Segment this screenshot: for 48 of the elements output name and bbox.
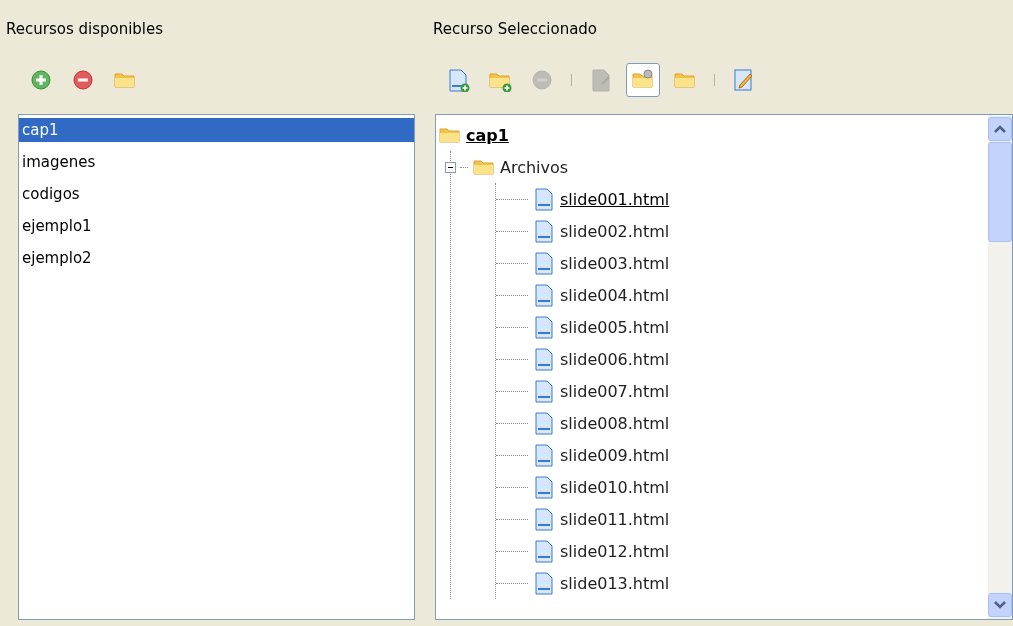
file-icon: [532, 217, 556, 245]
file-icon: [532, 377, 556, 405]
tree-item[interactable]: slide013.html: [560, 573, 670, 593]
tree-item[interactable]: cap1: [466, 125, 509, 145]
list-item[interactable]: ejemplo1: [19, 214, 414, 238]
list-item[interactable]: ejemplo2: [19, 246, 414, 270]
tree-item[interactable]: Archivos: [500, 157, 569, 177]
tree-item[interactable]: slide006.html: [560, 349, 670, 369]
file-icon: [532, 281, 556, 309]
add-icon: [29, 68, 53, 92]
file-icon: [532, 473, 556, 501]
collapse-toggle[interactable]: [445, 161, 456, 173]
scroll-down-button[interactable]: [988, 593, 1012, 617]
panel-title: Recurso Seleccionado: [433, 20, 598, 38]
document-icon: [589, 68, 613, 92]
scrollbar[interactable]: [988, 115, 1012, 619]
chevron-up-icon: [994, 125, 1006, 133]
tree-item[interactable]: slide002.html: [560, 221, 670, 241]
file-icon: [532, 441, 556, 469]
tree-item[interactable]: slide012.html: [560, 541, 670, 561]
scroll-thumb[interactable]: [988, 142, 1012, 242]
file-icon: [532, 569, 556, 597]
chevron-down-icon: [994, 601, 1006, 609]
list-item[interactable]: codigos: [19, 182, 414, 206]
list-item[interactable]: cap1: [19, 118, 414, 142]
tree-item[interactable]: slide010.html: [560, 477, 670, 497]
tree-item[interactable]: slide011.html: [560, 509, 670, 529]
file-icon: [532, 409, 556, 437]
panel-title: Recursos disponibles: [6, 20, 164, 38]
file-icon: [532, 505, 556, 533]
tree-item[interactable]: slide001.html: [560, 189, 670, 209]
file-icon: [532, 345, 556, 373]
file-icon: [532, 313, 556, 341]
new-file-icon: [446, 68, 470, 92]
tree-item[interactable]: slide007.html: [560, 381, 670, 401]
file-icon: [532, 537, 556, 565]
tree-item[interactable]: slide009.html: [560, 445, 670, 465]
scroll-up-button[interactable]: [988, 117, 1012, 141]
list-item[interactable]: imagenes: [19, 150, 414, 174]
file-icon: [532, 249, 556, 277]
tree-item[interactable]: slide004.html: [560, 285, 670, 305]
toolbar-button[interactable]: [626, 63, 660, 97]
tree-item[interactable]: slide003.html: [560, 253, 670, 273]
file-icon: [532, 185, 556, 213]
remove-icon: [530, 68, 554, 92]
tree-item[interactable]: slide005.html: [560, 317, 670, 337]
tree-item[interactable]: slide008.html: [560, 413, 670, 433]
remove-icon: [71, 68, 95, 92]
